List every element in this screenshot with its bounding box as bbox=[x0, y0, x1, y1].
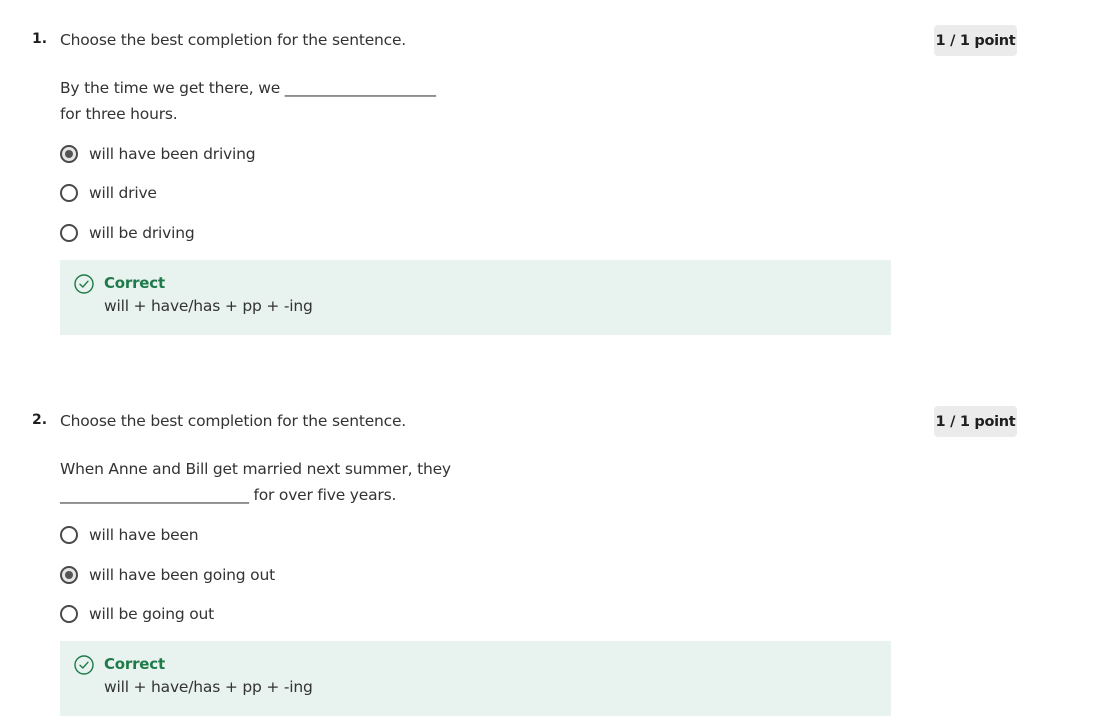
sentence-line: By the time we get there, we ___________… bbox=[60, 79, 436, 97]
option-label: will have been driving bbox=[89, 145, 256, 163]
feedback-status: Correct bbox=[104, 655, 165, 673]
question-prompt: Choose the best completion for the sente… bbox=[60, 412, 407, 430]
option-radio[interactable]: will have been going out bbox=[60, 564, 275, 586]
question-prompt: Choose the best completion for the sente… bbox=[60, 31, 407, 49]
option-radio[interactable]: will have been bbox=[60, 524, 199, 546]
option-radio[interactable]: will be going out bbox=[60, 603, 214, 625]
option-label: will be going out bbox=[89, 605, 215, 623]
check-circle-icon bbox=[74, 655, 94, 675]
sentence-line: When Anne and Bill get married next summ… bbox=[60, 460, 451, 478]
option-label: will have been bbox=[89, 526, 199, 544]
question-number: 1. bbox=[32, 31, 48, 47]
radio-button[interactable] bbox=[60, 224, 78, 242]
feedback-box: Correct will + have/has + pp + -ing bbox=[60, 641, 891, 716]
question-number: 2. bbox=[32, 412, 48, 428]
option-radio[interactable]: will be driving bbox=[60, 222, 195, 244]
radio-button-selected[interactable] bbox=[60, 566, 78, 584]
feedback-explanation: will + have/has + pp + -ing bbox=[104, 678, 313, 696]
question-sentence: By the time we get there, we ___________… bbox=[60, 75, 436, 127]
feedback-explanation: will + have/has + pp + -ing bbox=[104, 297, 313, 315]
question-sentence: When Anne and Bill get married next summ… bbox=[60, 456, 451, 508]
sentence-line: _________________________ for over five … bbox=[60, 486, 397, 504]
points-badge: 1 / 1 point bbox=[934, 25, 1017, 56]
sentence-line: for three hours. bbox=[60, 105, 178, 123]
option-radio[interactable]: will have been driving bbox=[60, 143, 256, 165]
check-circle-icon bbox=[74, 274, 94, 294]
radio-button[interactable] bbox=[60, 605, 78, 623]
option-radio[interactable]: will drive bbox=[60, 182, 157, 204]
feedback-status: Correct bbox=[104, 274, 165, 292]
option-label: will drive bbox=[89, 184, 157, 202]
radio-button-selected[interactable] bbox=[60, 145, 78, 163]
radio-button[interactable] bbox=[60, 526, 78, 544]
option-label: will be driving bbox=[89, 224, 195, 242]
radio-button[interactable] bbox=[60, 184, 78, 202]
points-badge: 1 / 1 point bbox=[934, 406, 1017, 437]
option-label: will have been going out bbox=[89, 566, 275, 584]
feedback-box: Correct will + have/has + pp + -ing bbox=[60, 260, 891, 335]
